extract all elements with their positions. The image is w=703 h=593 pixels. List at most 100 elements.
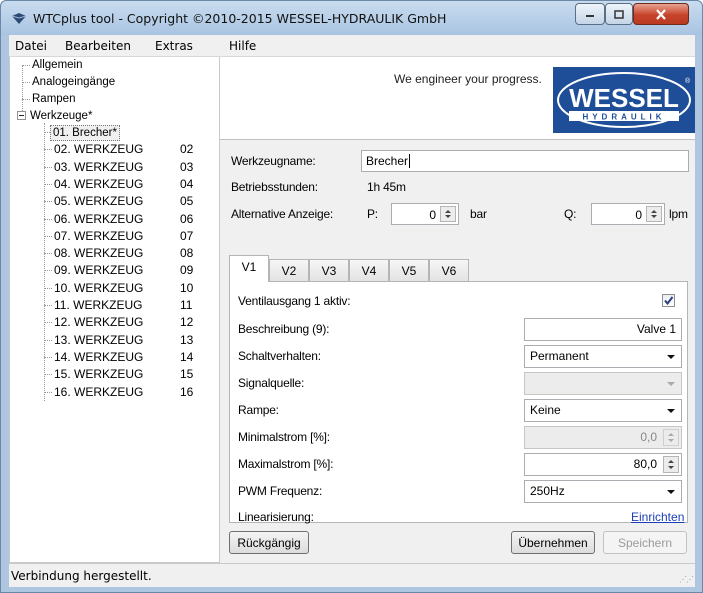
tree-item-tool[interactable]: 05. WERKZEUG <box>54 194 143 208</box>
save-button[interactable]: Speichern <box>603 531 687 554</box>
status-text: Verbindung hergestellt. <box>11 569 152 583</box>
max-current-value: 80,0 <box>633 457 657 471</box>
tree-item-code: 11 <box>180 298 193 312</box>
menu-hilfe[interactable]: Hilfe <box>229 39 256 53</box>
min-current-spinner[interactable]: 0,0 <box>524 426 682 449</box>
tree-item-tool[interactable]: 14. WERKZEUG <box>54 350 143 364</box>
ramp-label: Rampe: <box>238 403 279 417</box>
maximize-button[interactable] <box>605 3 633 25</box>
window-title: WTCplus tool - Copyright ©2010-2015 WESS… <box>33 11 447 26</box>
linearization-label: Linearisierung: <box>238 510 314 524</box>
p-spinner[interactable]: 0 <box>391 203 459 225</box>
chevron-down-icon <box>667 490 675 494</box>
wessel-logo: WESSEL HYDRAULIK ® <box>553 67 695 133</box>
tree-item-code: 03 <box>180 159 194 174</box>
min-spin-arrows-icon[interactable] <box>663 429 679 446</box>
valve-tab-page: Ventilausgang 1 aktiv: Beschreibung (9):… <box>229 281 688 524</box>
p-spin-arrows-icon[interactable] <box>440 206 456 222</box>
max-current-spinner[interactable]: 80,0 <box>524 453 682 476</box>
q-unit: lpm <box>669 207 688 221</box>
tool-name-value: Brecher <box>366 154 409 168</box>
q-spin-arrows-icon[interactable] <box>646 206 662 222</box>
max-current-label: Maximalstrom [%]: <box>238 457 334 471</box>
ramp-dropdown[interactable]: Keine <box>524 399 682 422</box>
chevron-down-icon <box>667 355 675 359</box>
tree-item-code: 06 <box>180 211 194 226</box>
tab-v2[interactable]: V2 <box>269 259 309 281</box>
tree-item-tool[interactable]: 09. WERKZEUG <box>54 263 143 277</box>
pwm-value: 250Hz <box>530 484 565 498</box>
tool-name-input[interactable]: Brecher <box>361 150 689 172</box>
tree-item-tool[interactable]: 12. WERKZEUG <box>54 315 143 329</box>
logo-graphic: WESSEL HYDRAULIK ® <box>557 72 691 128</box>
detail-pane: We engineer your progress. WESSEL HYDRAU… <box>220 57 695 563</box>
p-value: 0 <box>429 208 436 222</box>
checkmark-icon <box>664 296 674 306</box>
hours-label: Betriebsstunden: <box>231 180 318 194</box>
tab-v5[interactable]: V5 <box>389 259 429 281</box>
minimize-icon <box>586 15 594 17</box>
close-button[interactable] <box>633 3 689 25</box>
tree-item-tool[interactable]: 13. WERKZEUG <box>54 333 143 347</box>
tree-item-code: 13 <box>180 332 194 347</box>
tree-item-code: 09 <box>180 263 194 278</box>
tree-item-analogeingaenge[interactable]: Analogeingänge <box>32 75 115 89</box>
status-bar: Verbindung hergestellt. ⋰⋰ <box>9 563 695 587</box>
ramp-value: Keine <box>530 403 561 417</box>
max-spin-arrows-icon[interactable] <box>663 456 679 473</box>
tab-v1[interactable]: V1 <box>229 255 269 282</box>
tab-v6[interactable]: V6 <box>429 259 469 281</box>
min-current-value: 0,0 <box>640 430 657 444</box>
maximize-icon <box>614 9 624 19</box>
minimize-button[interactable] <box>575 3 605 25</box>
tree-item-tool[interactable]: 08. WERKZEUG <box>54 246 143 260</box>
slogan: We engineer your progress. <box>394 72 542 86</box>
tree-item-code: 08 <box>180 246 194 261</box>
tree-item-tool[interactable]: 07. WERKZEUG <box>54 229 143 243</box>
client-area: Datei Bearbeiten Extras Hilfe Allgemein … <box>9 35 695 587</box>
description-value: Valve 1 <box>636 322 676 336</box>
navigation-tree[interactable]: Allgemein Analogeingänge Rampen Werkzeug… <box>9 57 220 563</box>
valve-active-checkbox[interactable] <box>662 294 675 307</box>
tab-v4[interactable]: V4 <box>349 259 389 281</box>
header-banner: We engineer your progress. WESSEL HYDRAU… <box>220 57 695 140</box>
tree-item-tool[interactable]: 16. WERKZEUG <box>54 385 143 399</box>
app-window: WTCplus tool - Copyright ©2010-2015 WESS… <box>0 0 703 593</box>
tree-item-tool[interactable]: 06. WERKZEUG <box>54 212 143 226</box>
apply-button[interactable]: Übernehmen <box>511 531 595 554</box>
tree-item-rampen[interactable]: Rampen <box>32 92 75 106</box>
menu-bar: Datei Bearbeiten Extras Hilfe <box>9 35 695 57</box>
tree-item-tool[interactable]: 02. WERKZEUG <box>54 142 143 156</box>
app-icon <box>11 13 27 24</box>
title-bar[interactable]: WTCplus tool - Copyright ©2010-2015 WESS… <box>1 1 702 35</box>
menu-datei[interactable]: Datei <box>15 39 47 53</box>
tree-item-allgemein[interactable]: Allgemein <box>32 58 83 72</box>
chevron-down-icon <box>667 409 675 413</box>
undo-button[interactable]: Rückgängig <box>229 531 309 554</box>
tab-v3[interactable]: V3 <box>309 259 349 281</box>
tree-item-tool[interactable]: 11. WERKZEUG <box>54 298 142 312</box>
resize-grip-icon[interactable]: ⋰⋰ <box>679 575 694 584</box>
pwm-dropdown[interactable]: 250Hz <box>524 480 682 503</box>
collapse-icon[interactable] <box>17 111 26 120</box>
pwm-label: PWM Frequenz: <box>238 484 323 498</box>
logo-text: WESSEL <box>569 83 679 113</box>
tree-item-tool[interactable]: 10. WERKZEUG <box>54 281 143 295</box>
tree-item-code: 15 <box>180 367 194 382</box>
signal-source-dropdown[interactable] <box>524 372 682 395</box>
tree-item-tool[interactable]: 15. WERKZEUG <box>54 367 143 381</box>
menu-extras[interactable]: Extras <box>155 39 193 53</box>
valve-active-label: Ventilausgang 1 aktiv: <box>238 294 351 308</box>
tree-item-werkzeuge[interactable]: Werkzeuge* <box>30 109 92 123</box>
description-input[interactable]: Valve 1 <box>524 318 682 341</box>
switching-dropdown[interactable]: Permanent <box>524 345 682 368</box>
signal-source-label: Signalquelle: <box>238 376 305 390</box>
tree-item-code: 12 <box>180 315 194 330</box>
tree-item-tool[interactable]: 01. Brecher* <box>50 125 120 141</box>
tree-item-code: 16 <box>180 384 194 399</box>
setup-link[interactable]: Einrichten <box>631 510 684 524</box>
tree-item-tool[interactable]: 04. WERKZEUG <box>54 177 143 191</box>
q-spinner[interactable]: 0 <box>591 203 665 225</box>
menu-bearbeiten[interactable]: Bearbeiten <box>65 39 131 53</box>
tree-item-tool[interactable]: 03. WERKZEUG <box>54 160 143 174</box>
